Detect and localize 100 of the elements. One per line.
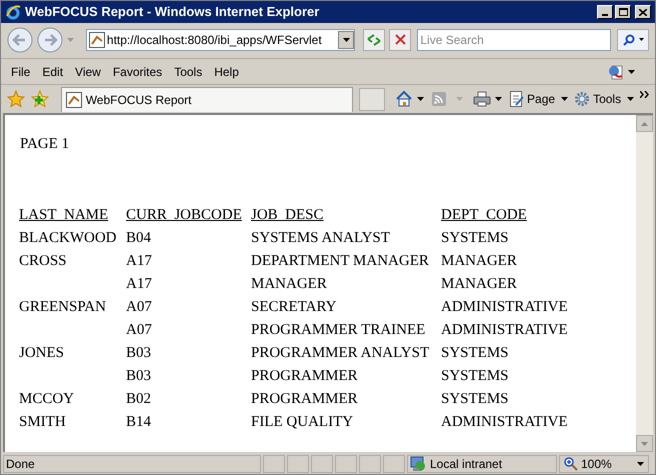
search-icon xyxy=(622,34,635,46)
table-cell: A07 xyxy=(126,322,152,338)
maximize-button[interactable] xyxy=(615,5,631,19)
refresh-button[interactable] xyxy=(363,28,386,50)
table-cell: SYSTEMS ANALYST xyxy=(251,230,390,246)
table-cell: SYSTEMS xyxy=(441,368,509,384)
caret-icon xyxy=(641,122,648,126)
close-icon xyxy=(639,8,647,16)
table-cell: MANAGER xyxy=(251,276,327,292)
search-field[interactable]: Live Search xyxy=(417,28,612,50)
table-cell: SYSTEMS xyxy=(441,230,509,246)
printer-icon[interactable] xyxy=(473,91,492,107)
page-icon xyxy=(510,91,524,107)
page-label: PAGE 1 xyxy=(19,135,70,154)
caret-icon xyxy=(638,38,644,41)
chevron-icon[interactable] xyxy=(640,90,649,98)
maximize-icon xyxy=(618,8,628,16)
table-cell: BLACKWOOD xyxy=(19,230,116,246)
table-cell: SMITH xyxy=(19,414,66,430)
table-cell: A17 xyxy=(126,276,152,292)
window-title: WebFOCUS Report - Windows Internet Explorer xyxy=(25,3,320,22)
table-cell: ADMINISTRATIVE xyxy=(441,322,568,338)
table-cell: ADMINISTRATIVE xyxy=(441,299,568,315)
page-icon xyxy=(66,92,82,108)
column-header: DEPT_CODE xyxy=(441,207,527,223)
minimize-icon xyxy=(602,14,608,16)
caret-icon[interactable] xyxy=(417,97,424,101)
status-pane xyxy=(335,454,357,472)
status-pane xyxy=(263,454,285,472)
refresh-icon xyxy=(367,34,382,46)
status-text: Done xyxy=(6,456,35,472)
caret-icon xyxy=(641,442,648,446)
table-cell: A17 xyxy=(126,253,152,269)
column-header: LAST_NAME xyxy=(19,207,108,223)
menu-item[interactable]: Edit xyxy=(36,62,70,82)
close-button[interactable] xyxy=(635,5,651,19)
zoom-icon xyxy=(564,456,578,470)
table-cell: FILE QUALITY xyxy=(251,414,354,430)
table-cell: MCCOY xyxy=(19,391,74,407)
star-icon[interactable] xyxy=(7,90,25,108)
table-cell: B03 xyxy=(126,345,152,361)
feed-icon[interactable] xyxy=(432,92,446,106)
command-menu-button[interactable]: Tools xyxy=(574,89,634,109)
table-cell: PROGRAMMER xyxy=(251,391,358,407)
home-icon[interactable] xyxy=(395,90,414,108)
address-field[interactable]: http://localhost:8080/ibi_apps/WFServlet xyxy=(86,28,356,50)
command-menu-button[interactable]: Page xyxy=(510,89,568,109)
column-header: JOB_DESC xyxy=(251,207,324,223)
gear-icon xyxy=(574,91,590,107)
menu-item[interactable]: View xyxy=(69,62,107,82)
menu-item[interactable]: Help xyxy=(208,62,245,82)
table-cell: DEPARTMENT MANAGER xyxy=(251,253,429,269)
table-cell: GREENSPAN xyxy=(19,299,106,315)
menu-item[interactable]: Tools xyxy=(168,62,208,82)
table-cell: PROGRAMMER xyxy=(251,368,358,384)
table-cell: PROGRAMMER ANALYST xyxy=(251,345,430,361)
table-cell: MANAGER xyxy=(441,276,517,292)
caret-icon[interactable] xyxy=(628,70,635,74)
table-cell: SYSTEMS xyxy=(441,345,509,361)
page-icon xyxy=(88,32,105,48)
table-cell: B04 xyxy=(126,230,152,246)
network-globe-icon xyxy=(410,456,426,472)
document-icon[interactable] xyxy=(608,64,624,80)
scroll-up-button[interactable] xyxy=(636,115,653,132)
caret-icon xyxy=(561,97,568,101)
dropdown-button[interactable] xyxy=(338,30,354,48)
menu-item[interactable]: File xyxy=(5,62,36,82)
stop-button[interactable] xyxy=(389,28,412,50)
scrollbar[interactable] xyxy=(636,115,653,452)
status-pane xyxy=(311,454,333,472)
column-header: CURR_JOBCODE xyxy=(126,207,242,223)
zoom-control[interactable]: 100% xyxy=(559,454,649,472)
table-cell: A07 xyxy=(126,299,152,315)
caret-icon xyxy=(627,97,634,101)
menu-item[interactable]: Favorites xyxy=(106,62,168,82)
forward-button[interactable] xyxy=(36,26,63,52)
browser-tab[interactable]: WebFOCUS Report xyxy=(60,86,354,112)
minimize-button[interactable] xyxy=(597,5,613,19)
security-zone-text: Local intranet xyxy=(430,456,502,472)
table-cell: B03 xyxy=(126,368,152,384)
caret-icon[interactable] xyxy=(495,97,502,101)
close-icon xyxy=(394,34,406,45)
status-pane xyxy=(287,454,309,472)
caret-icon xyxy=(637,462,644,466)
table-cell: ADMINISTRATIVE xyxy=(441,414,568,430)
status-pane xyxy=(359,454,381,472)
browser-logo-icon xyxy=(5,4,21,20)
table-cell: SYSTEMS xyxy=(441,391,509,407)
scroll-down-button[interactable] xyxy=(636,435,653,452)
table-cell: MANAGER xyxy=(441,253,517,269)
table-cell: PROGRAMMER TRAINEE xyxy=(251,322,426,338)
add-star-icon[interactable] xyxy=(30,90,49,108)
search-button[interactable] xyxy=(617,28,649,50)
table-cell: B14 xyxy=(126,414,152,430)
table-cell: JONES xyxy=(19,345,64,361)
table-cell: CROSS xyxy=(19,253,67,269)
back-button[interactable] xyxy=(7,26,33,52)
table-cell: SECRETARY xyxy=(251,299,336,315)
caret-icon xyxy=(342,38,350,42)
table-cell: B02 xyxy=(126,391,152,407)
